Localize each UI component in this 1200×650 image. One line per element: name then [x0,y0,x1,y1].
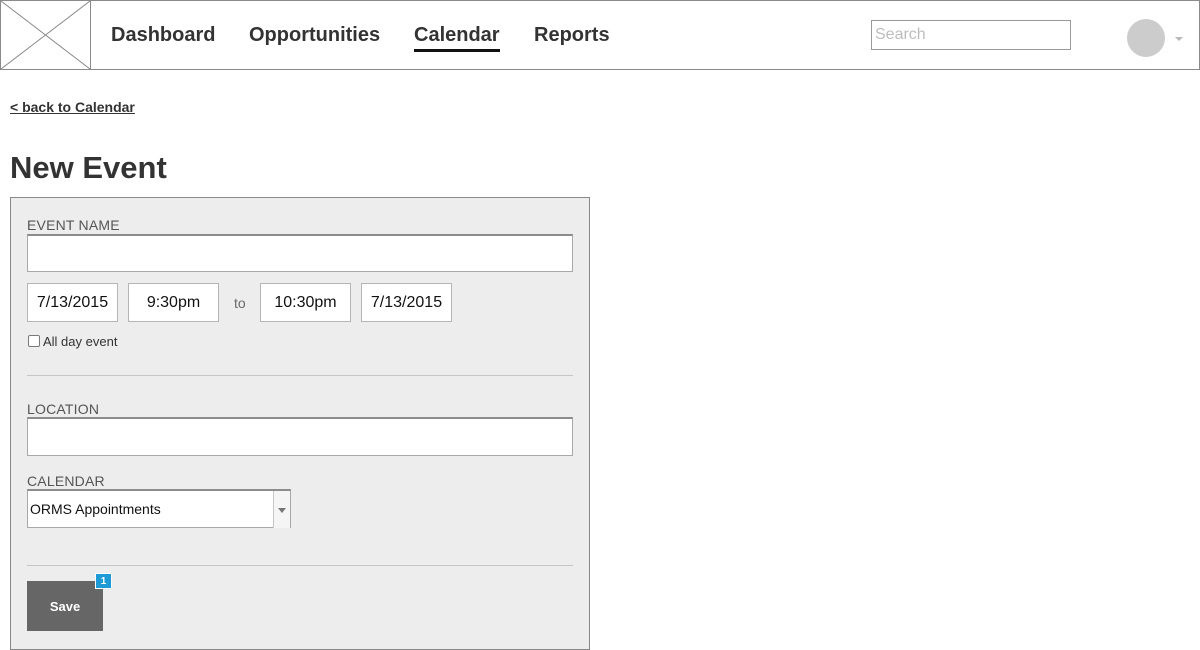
back-to-calendar-link[interactable]: < back to Calendar [10,99,135,115]
avatar[interactable] [1127,19,1165,57]
calendar-label: CALENDAR [27,473,105,489]
all-day-checkbox[interactable] [28,335,40,347]
all-day-label[interactable]: All day event [43,334,117,349]
event-name-input[interactable] [27,234,573,272]
end-date-field[interactable]: 7/13/2015 [361,283,452,322]
to-label: to [234,295,246,311]
save-button[interactable]: Save [27,581,103,631]
event-name-label: EVENT NAME [27,217,120,233]
end-time-field[interactable]: 10:30pm [260,283,351,322]
chevron-down-icon [278,508,286,513]
start-time-field[interactable]: 9:30pm [128,283,219,322]
divider [27,375,573,376]
logo-placeholder-icon[interactable] [1,1,91,69]
search-input[interactable] [871,20,1071,50]
chevron-down-icon[interactable] [1175,37,1183,41]
start-date-field[interactable]: 7/13/2015 [27,283,118,322]
calendar-select[interactable]: ORMS Appointments [27,489,291,528]
location-label: LOCATION [27,401,100,417]
location-input[interactable] [27,417,573,456]
select-arrow-area[interactable] [273,491,290,528]
new-event-form: EVENT NAME 7/13/2015 9:30pm to 10:30pm 7… [10,197,590,650]
nav-calendar[interactable]: Calendar [414,24,500,52]
annotation-badge: 1 [95,573,112,589]
top-navbar: Dashboard Opportunities Calendar Reports [0,0,1200,70]
calendar-select-value: ORMS Appointments [30,501,161,517]
nav-opportunities[interactable]: Opportunities [249,24,380,47]
divider [27,565,573,566]
nav-reports[interactable]: Reports [534,24,610,47]
page-title: New Event [10,150,167,185]
nav-dashboard[interactable]: Dashboard [111,24,215,47]
